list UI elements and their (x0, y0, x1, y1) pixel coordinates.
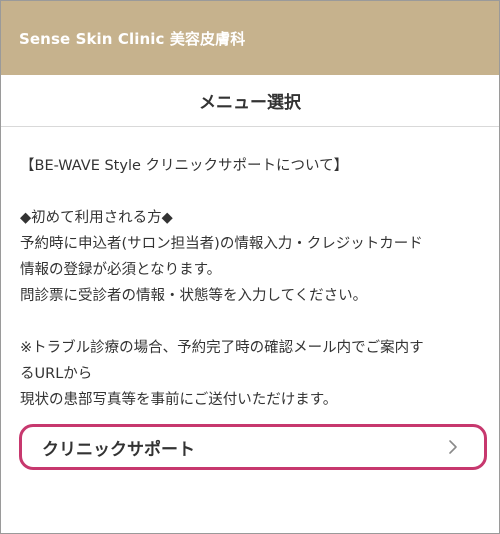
app-frame: Sense Skin Clinic 美容皮膚科 メニュー選択 【BE-WAVE … (0, 0, 500, 534)
chevron-right-icon (444, 438, 462, 456)
info-heading: 【BE-WAVE Style クリニックサポートについて】 (20, 158, 349, 174)
first-time-heading: ◆初めて利用される方◆ (20, 210, 173, 226)
clinic-name: Sense Skin Clinic 美容皮膚科 (19, 29, 246, 48)
clinic-support-button[interactable]: クリニックサポート (19, 424, 487, 470)
page-title: メニュー選択 (199, 93, 301, 113)
trouble-text-line: 現状の患部写真等を事前にご送付いただけます。 (20, 392, 338, 408)
first-time-text-line: 予約時に申込者(サロン担当者)の情報入力・クレジットカード (20, 236, 423, 252)
clinic-support-label: クリニックサポート (42, 439, 195, 460)
clinic-header: Sense Skin Clinic 美容皮膚科 (1, 1, 499, 75)
questionnaire-text: 問診票に受診者の情報・状態等を入力してください。 (20, 288, 368, 304)
trouble-text-line: るURLから (20, 366, 93, 382)
info-section: 【BE-WAVE Style クリニックサポートについて】 ◆初めて利用される方… (1, 127, 499, 413)
first-time-text-line: 情報の登録が必須となります。 (20, 262, 222, 278)
trouble-text-line: ※トラブル診療の場合、予約完了時の確認メール内でご案内す (20, 340, 424, 356)
page-title-bar: メニュー選択 (1, 75, 499, 127)
